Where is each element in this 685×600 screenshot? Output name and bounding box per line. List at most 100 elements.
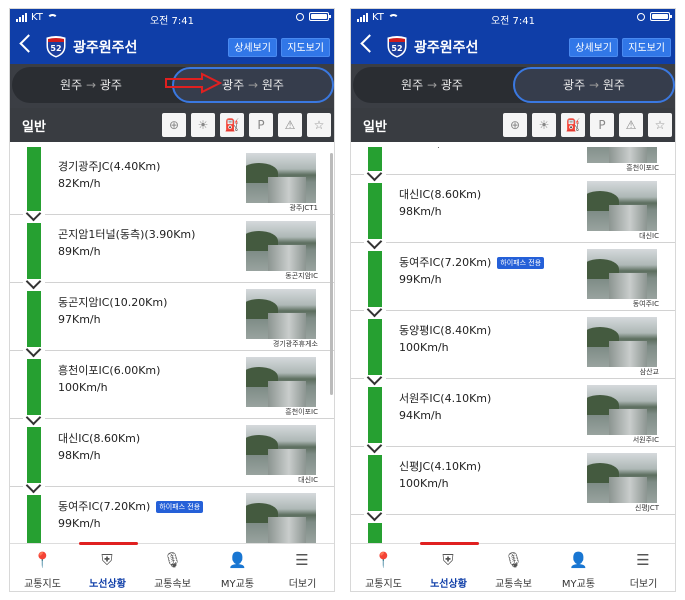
menu-icon: ☰	[636, 551, 650, 569]
status-time: 오전 7:41	[490, 16, 536, 27]
category-bar: 일반 ⊕ ☀ ⛽ P ⚠ ☆	[351, 108, 675, 142]
row-divider	[351, 514, 675, 515]
cctv-thumbnail[interactable]	[587, 181, 657, 231]
warning-icon[interactable]: ⚠	[619, 113, 643, 137]
section-name: 흥천이포IC(6.00Km)	[58, 364, 161, 377]
cctv-thumbnail[interactable]	[246, 425, 316, 475]
user-icon: 👤	[228, 551, 247, 569]
highlight-arrow-icon	[165, 72, 222, 94]
favorite-icon[interactable]: ☆	[648, 113, 672, 137]
tab-label: 교통속보	[495, 579, 532, 590]
cctv-thumbnail[interactable]	[246, 357, 316, 407]
section-speed: 82Km/h	[58, 177, 101, 190]
fuel-icon[interactable]: ⛽	[220, 113, 244, 137]
bottom-tab-bar: 📍 교통지도 ⛨ 노선상황 🎙 교통속보 👤 MY교통 ☰ 더보기	[10, 542, 334, 591]
list-item[interactable]: 대신IC(8.60Km) 98Km/h 대신IC	[351, 175, 675, 243]
hipass-badge: 하이패스 전용	[156, 501, 204, 513]
parking-icon[interactable]: P	[590, 113, 614, 137]
list-item[interactable]: 동여주IC(7.20Km) 하이패스 전용 99Km/h 동여주IC	[351, 243, 675, 311]
chevron-down-icon	[364, 511, 386, 523]
category-label: 일반	[22, 120, 46, 135]
section-speed: 94Km/h	[399, 409, 442, 422]
alarm-icon	[637, 12, 645, 21]
list-item[interactable]: 서원주IC(4.10Km) 94Km/h 서원주IC	[351, 379, 675, 447]
detail-view-button[interactable]: 상세보기	[569, 38, 618, 57]
microphone-icon: 🎙	[504, 551, 524, 569]
list-item[interactable]: 경기광주JC(4.40Km) 82Km/h 광주JCT1	[10, 147, 334, 215]
tab-4[interactable]: ☰ 더보기	[270, 544, 334, 591]
route-shield-icon: 52	[387, 36, 407, 58]
cctv-label: 경기광주휴게소	[272, 340, 318, 348]
tab-label: 더보기	[288, 579, 317, 590]
cctv-icon[interactable]: ⊕	[162, 113, 186, 137]
cctv-label: 흥천이포IC	[285, 408, 318, 416]
favorite-icon[interactable]: ☆	[307, 113, 331, 137]
detail-view-button[interactable]: 상세보기	[228, 38, 277, 57]
list-item[interactable]: 동양평IC(8.40Km) 100Km/h 삼산교	[351, 311, 675, 379]
tab-0[interactable]: 📍 교통지도	[351, 544, 416, 591]
section-speed: 98Km/h	[58, 449, 101, 462]
map-view-button[interactable]: 지도보기	[622, 38, 671, 57]
cctv-label: 서원주IC	[632, 436, 659, 444]
cctv-thumbnail[interactable]	[246, 289, 316, 339]
list-item[interactable]: 대신IC(8.60Km) 98Km/h 대신IC	[10, 419, 334, 487]
direction-selector: 원주 → 광주 광주 → 원주	[351, 64, 675, 108]
cctv-thumbnail[interactable]	[587, 385, 657, 435]
list-item[interactable]: 곤지암1터널(동측)(3.90Km) 89Km/h 동곤지암IC	[10, 215, 334, 283]
tab-3[interactable]: 👤 MY교통	[546, 544, 611, 591]
page-title: 광주원주선	[414, 40, 479, 56]
list-item[interactable]: 신평JC(4.10Km) 100Km/h 신평JCT	[351, 447, 675, 515]
cctv-thumbnail[interactable]	[587, 453, 657, 503]
status-bar: KT 오전 7:41	[10, 9, 334, 28]
weather-icon[interactable]: ☀	[532, 113, 556, 137]
back-arrow-icon[interactable]	[19, 34, 38, 53]
section-name: 곤지암1터널(동측)(3.90Km)	[58, 228, 196, 241]
route-section-list: 흥천이포IC(6.00Km)100Km/h흥천이포IC대신IC(8.60Km)9…	[351, 147, 675, 543]
tab-label: 노선상황	[89, 579, 126, 590]
battery-icon	[309, 12, 331, 21]
route-shield-icon: ⛨	[442, 551, 454, 569]
bottom-tab-bar: 📍 교통지도 ⛨ 노선상황 🎙 교통속보 👤 MY교통 ☰ 더보기	[351, 542, 675, 591]
cctv-thumbnail[interactable]	[587, 249, 657, 299]
cctv-label: 동곤지암IC	[285, 272, 318, 280]
route-shield-icon: ⛨	[101, 551, 113, 569]
tab-label: 노선상황	[430, 579, 467, 590]
route-shield-icon: 52	[46, 36, 66, 58]
cctv-thumbnail[interactable]	[246, 493, 316, 543]
cctv-thumbnail[interactable]	[587, 147, 657, 163]
parking-icon[interactable]: P	[249, 113, 273, 137]
direction-wonju-gwangju[interactable]: 원주 → 광주	[351, 67, 513, 103]
cctv-thumbnail[interactable]	[246, 153, 316, 203]
weather-icon[interactable]: ☀	[191, 113, 215, 137]
tab-label: 교통속보	[154, 579, 191, 590]
cctv-thumbnail[interactable]	[246, 221, 316, 271]
tab-4[interactable]: ☰ 더보기	[611, 544, 675, 591]
tab-2[interactable]: 🎙 교통속보	[481, 544, 546, 591]
scrollbar[interactable]	[330, 153, 333, 395]
warning-icon[interactable]: ⚠	[278, 113, 302, 137]
back-arrow-icon[interactable]	[360, 34, 379, 53]
fuel-icon[interactable]: ⛽	[561, 113, 585, 137]
cctv-label: 동여주IC	[632, 300, 659, 308]
list-item[interactable]: 동곤지암IC(10.20Km) 97Km/h 경기광주휴게소	[10, 283, 334, 351]
category-label: 일반	[363, 120, 387, 135]
tab-label: MY교통	[220, 579, 255, 590]
map-view-button[interactable]: 지도보기	[281, 38, 330, 57]
cctv-icon[interactable]: ⊕	[503, 113, 527, 137]
section-name: 대신IC(8.60Km)	[58, 432, 141, 445]
cctv-thumbnail[interactable]	[587, 317, 657, 367]
tab-3[interactable]: 👤 MY교통	[205, 544, 270, 591]
direction-gwangju-wonju[interactable]: 광주 → 원주	[513, 67, 675, 103]
section-speed: 100Km/h	[399, 341, 449, 354]
list-item[interactable]: 동여주IC(7.20Km) 하이패스 전용 99Km/h	[10, 487, 334, 543]
map-pin-icon: 📍	[33, 551, 52, 569]
list-item[interactable]: 흥천이포IC(6.00Km)100Km/h흥천이포IC	[351, 147, 675, 175]
cctv-label: 광주JCT1	[289, 204, 318, 212]
tab-2[interactable]: 🎙 교통속보	[140, 544, 205, 591]
direction-wonju-gwangju[interactable]: 원주 → 광주	[10, 67, 172, 103]
tab-1[interactable]: ⛨ 노선상황	[75, 544, 140, 591]
list-item[interactable]: 흥천이포IC(6.00Km)100Km/h흥천이포IC	[10, 351, 334, 419]
tab-1[interactable]: ⛨ 노선상황	[416, 544, 481, 591]
header-bar: 52 광주원주선 상세보기 지도보기	[10, 28, 334, 64]
tab-0[interactable]: 📍 교통지도	[10, 544, 75, 591]
